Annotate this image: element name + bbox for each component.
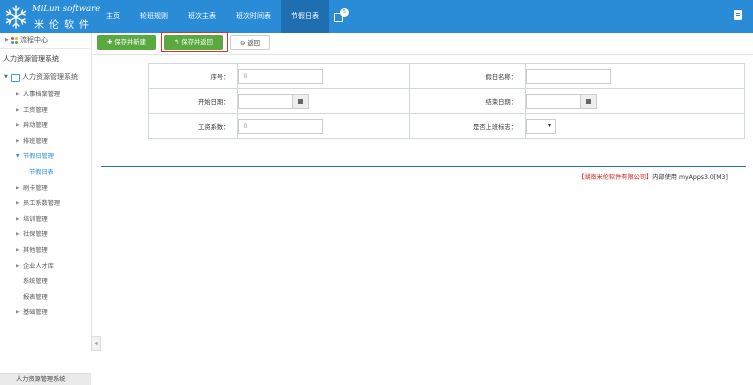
caret-right-icon: ▶ [5,37,9,43]
sidebar-item-label: 企业人才库 [23,262,54,270]
calendar-icon[interactable] [293,93,310,109]
caret-right-icon: ▶ [16,138,20,144]
sidebar-item-holiday-table[interactable]: 节假日表 [0,165,91,181]
caret-right-icon: ▶ [16,310,20,316]
back-label: 返回 [247,40,260,47]
sidebar-item-salary[interactable]: ▶ 工资管理 [0,103,91,119]
sidebar-item-reports[interactable]: 报表管理 [0,290,91,306]
flow-icon [11,37,18,44]
sidebar-item-label: 刷卡管理 [23,184,48,192]
sidebar: ▶ 流程中心 人力资源管理系统 ▼ 人力资源管理系统 ▶ 人事档案管理 ▶ 工资管理… [0,33,92,385]
sidebar-item-label: 人事档案管理 [23,91,61,98]
sidebar-item-label: 其他管理 [23,246,48,254]
caret-right-icon: ▶ [16,247,20,253]
wage-coef-input[interactable] [238,118,324,134]
caret-right-icon: ▶ [16,123,20,129]
sidebar-item-social-security[interactable]: ▶ 社保管理 [0,227,91,243]
sidebar-system-group-label: 人力资源管理系统 [22,73,78,81]
sidebar-item-basic[interactable]: ▶ 基础管理 [0,305,91,321]
sidebar-item-personnel[interactable]: ▶ 人事档案管理 [0,87,91,103]
sidebar-bottom-tab[interactable]: 人力资源管理系统 [0,373,91,385]
footer-suffix: 内部使用 myApps3.0[M3] [652,174,728,181]
sidebar-item-holiday-mgmt[interactable]: ▼ 节假日管理 [0,149,91,165]
caret-down-icon: ▼ [16,154,20,160]
sidebar-item-label: 节假日表 [29,168,54,176]
sidebar-item-label: 基础管理 [23,309,48,317]
holiday-name-input[interactable] [526,68,612,84]
sidebar-flow-center[interactable]: ▶ 流程中心 [0,33,91,49]
sidebar-item-card-swipe[interactable]: ▶ 刷卡管理 [0,181,91,197]
sidebar-item-other[interactable]: ▶ 其他管理 [0,243,91,259]
sidebar-bottom-label: 人力资源管理系统 [16,376,66,383]
nav-holiday-table[interactable]: 节假日表 [281,0,329,33]
sidebar-item-label: 社保管理 [23,231,48,239]
save-and-new-label: 保存并新建 [114,39,146,46]
holiday-name-label: 假日名称： [408,63,527,89]
monitor-icon [11,74,20,82]
caret-right-icon: ▶ [16,232,20,238]
caret-right-icon: ▶ [16,185,20,191]
content-divider [101,166,746,167]
notification-badge: 5 [340,8,349,17]
sidebar-item-label: 报表管理 [23,293,48,301]
nav-shift-rules[interactable]: 轮班规则 [130,0,178,33]
caret-right-icon: ▶ [16,263,20,269]
sidebar-item-label: 节假日管理 [23,153,54,161]
caret-down-icon: ▼ [4,74,8,80]
seq-label: 序号： [147,63,239,89]
footer-company: 【湖南米伦软件有限公司】 [578,174,653,181]
nav-shift-master[interactable]: 班次主表 [178,0,226,33]
end-date-label: 结束日期： [408,88,527,114]
start-date-input[interactable] [238,93,294,109]
sidebar-item-label: 异动管理 [23,122,48,130]
sidebar-item-talent-pool[interactable]: ▶ 企业人才库 [0,259,91,275]
logo-text-cn: 米伦软件 [34,20,94,31]
start-date-label: 开始日期： [147,88,239,114]
is-workday-select[interactable] [526,118,557,134]
is-workday-label: 是否上班标志： [408,113,527,139]
end-date-input[interactable] [526,93,582,109]
divider [92,54,753,55]
back-button[interactable]: ⊖ 返回 [230,35,270,50]
sidebar-menu: ▶ 人事档案管理 ▶ 工资管理 ▶ 异动管理 ▶ 排班管理 ▼ 节假日管理 节假日表 ▶ 刷… [0,87,91,321]
wage-coef-label: 工资系数： [147,113,239,139]
sidebar-item-transfer[interactable]: ▶ 异动管理 [0,118,91,134]
highlight-box [161,32,228,52]
logo-text-en: MiLun software [32,4,101,14]
holiday-form: 序号： 假日名称： 开始日期： 结束日期： 工资系数： 是否上班标志： [147,63,745,139]
sidebar-flow-center-label: 流程中心 [20,36,48,44]
document-icon[interactable] [734,10,742,20]
sidebar-item-label: 工资管理 [23,106,48,114]
save-and-new-button[interactable]: ✚ 保存并新建 [97,35,156,50]
calendar-icon[interactable] [581,93,598,109]
main-nav: 主页 轮班规则 班次主表 班次时间表 节假日表 5 [96,0,371,33]
caret-right-icon: ▶ [16,201,20,207]
nav-home[interactable]: 主页 [96,0,130,33]
seq-input[interactable] [238,68,324,84]
sidebar-system-group[interactable]: ▼ 人力资源管理系统 [0,71,91,84]
sidebar-item-label: 培训管理 [23,215,48,223]
sidebar-item-training[interactable]: ▶ 培训管理 [0,212,91,228]
top-bar: MiLun software 米伦软件 主页 轮班规则 班次主表 班次时间表 节… [0,0,753,33]
footer: 【湖南米伦软件有限公司】内部使用 myApps3.0[M3] [578,172,728,181]
caret-right-icon: ▶ [16,92,20,97]
nav-shift-schedule[interactable]: 班次时间表 [226,0,281,33]
sidebar-item-system[interactable]: 系统管理 [0,274,91,290]
logo: MiLun software 米伦软件 [0,0,100,33]
caret-right-icon: ▶ [16,107,20,113]
sidebar-item-label: 系统管理 [23,278,48,286]
caret-right-icon: ▶ [16,216,20,222]
snowflake-logo-icon [5,5,27,29]
sidebar-item-employee-coef[interactable]: ▶ 员工系数管理 [0,196,91,212]
sidebar-system-title: 人力资源管理系统 [3,55,59,63]
sidebar-item-label: 排班管理 [23,137,48,145]
sidebar-collapse-icon[interactable]: ◂ [91,336,101,351]
notification-button[interactable]: 5 [329,0,371,33]
sidebar-item-label: 员工系数管理 [23,200,61,208]
sidebar-item-scheduling[interactable]: ▶ 排班管理 [0,134,91,150]
